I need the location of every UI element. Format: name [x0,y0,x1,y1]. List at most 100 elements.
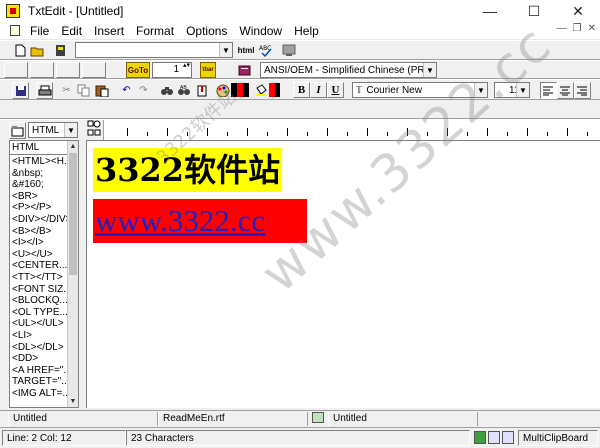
green-document-icon[interactable] [474,431,486,444]
blue-document-icon[interactable] [502,431,514,444]
chevron-down-icon[interactable]: ▼ [423,63,436,77]
fill-bucket-icon[interactable] [252,82,269,99]
list-item[interactable]: <U></U> [12,249,68,261]
cut-icon[interactable]: ✂ [58,82,75,99]
blank-button[interactable] [82,62,106,78]
line-number-spinner[interactable]: 1 [152,62,192,78]
list-item[interactable]: <B></B> [12,226,68,238]
menu-options[interactable]: Options [180,24,233,38]
scroll-down-icon[interactable]: ▼ [68,396,78,407]
tab-readme[interactable]: ReadMeEn.rtf [158,412,308,426]
close-button[interactable]: ✕ [556,0,600,22]
chevron-down-icon[interactable]: ▼ [64,123,77,137]
minimize-button[interactable]: — [468,0,512,22]
ruler-tick [427,132,428,136]
print-setup-icon[interactable] [52,42,69,59]
html-button[interactable]: html [237,42,255,59]
font-name-dropdown[interactable]: 𝕋 Courier New ▼ [352,82,488,98]
new-file-icon[interactable] [12,42,29,59]
font-size-dropdown[interactable]: 11 ▼ [494,82,530,98]
black-swatch[interactable] [243,83,249,97]
ruler-tick [127,128,128,136]
print-icon[interactable] [36,82,53,99]
list-item[interactable]: <LI> [12,330,68,342]
bold-button[interactable]: B [293,82,310,98]
open-folder-icon[interactable] [29,42,46,59]
list-item[interactable]: <BR> [12,191,68,203]
list-item[interactable]: <BLOCKQ... [12,295,68,307]
ruler-tick [567,128,568,136]
list-item[interactable]: TARGET="... [12,376,68,388]
list-item[interactable]: <TT></TT> [12,272,68,284]
toolbar-label-button[interactable]: tbar [200,62,216,78]
tab-untitled[interactable]: Untitled [8,412,158,426]
menu-file[interactable]: File [24,24,55,38]
italic-button[interactable]: I [310,82,327,98]
align-center-icon[interactable] [557,82,574,99]
ruler-corner[interactable] [86,120,104,140]
panel-scrollbar[interactable]: ▲ ▼ [67,141,78,407]
chevron-down-icon[interactable]: ▼ [219,43,232,57]
document-line-1[interactable]: 3322软件站 [93,148,283,192]
blue-document-icon[interactable] [488,431,500,444]
bookmark-icon[interactable] [193,82,210,99]
list-item[interactable]: <P></P> [12,202,68,214]
list-item[interactable]: <CENTER... [12,260,68,272]
list-item[interactable]: <IMG ALT=... [12,388,68,400]
mdi-minimize-button[interactable]: — [557,23,567,34]
redo-icon[interactable]: ↷ [135,82,152,99]
copy-icon[interactable] [75,82,92,99]
chevron-down-icon[interactable]: ▼ [516,83,529,97]
find-icon[interactable] [158,82,175,99]
scroll-up-icon[interactable]: ▲ [68,141,78,152]
list-item[interactable]: &nbsp; [12,168,68,180]
charset-dropdown[interactable]: ANSI/OEM - Simplified Chinese (PRC, Sing… [260,62,437,78]
menu-window[interactable]: Window [233,24,288,38]
align-right-icon[interactable] [574,82,591,99]
find-replace-icon[interactable]: AB [175,82,192,99]
list-item[interactable]: &#160; [12,179,68,191]
book-icon[interactable] [236,62,253,79]
maximize-button[interactable]: ☐ [512,0,556,22]
monitor-icon[interactable] [280,42,297,59]
list-item[interactable]: <OL TYPE... [12,307,68,319]
scroll-thumb[interactable] [69,153,77,275]
panel-mode-dropdown[interactable]: HTML ▼ [28,122,78,138]
list-item[interactable]: <DL></DL> [12,342,68,354]
underline-button[interactable]: U [327,82,344,98]
paste-icon[interactable] [93,82,110,99]
chevron-down-icon[interactable]: ▼ [474,83,487,97]
tag-list: <HTML><H... &nbsp; &#160; <BR> <P></P> <… [12,156,68,399]
document-line-2[interactable]: www.3322.cc [93,199,307,243]
blank-button[interactable] [30,62,54,78]
undo-icon[interactable]: ↶ [118,82,135,99]
list-item[interactable]: <UL></UL> [12,318,68,330]
panel-icon[interactable] [9,122,26,139]
menu-help[interactable]: Help [288,24,325,38]
mdi-close-button[interactable]: ✕ [588,23,596,34]
menu-format[interactable]: Format [130,24,180,38]
list-item[interactable]: <HTML><H... [12,156,68,168]
document-tab-icon [312,412,324,423]
list-item[interactable]: <FONT SIZ... [12,284,68,296]
document-icon[interactable] [10,25,20,36]
black-swatch[interactable] [275,83,280,97]
menu-edit[interactable]: Edit [55,24,88,38]
spellcheck-icon[interactable]: ABC [257,42,274,59]
save-icon[interactable] [12,82,29,99]
blank-button[interactable] [56,62,80,78]
tab-untitled-2[interactable]: Untitled [328,412,478,426]
color-palette-icon[interactable] [214,82,231,99]
list-item[interactable]: <DD> [12,353,68,365]
ruler[interactable] [86,120,600,140]
list-item[interactable]: <I></I> [12,237,68,249]
list-item[interactable]: <A HREF="... [12,365,68,377]
mdi-restore-button[interactable]: ❐ [573,23,582,34]
menu-insert[interactable]: Insert [88,24,130,38]
editor-area[interactable]: 3322软件站 www.3322.cc [86,140,600,408]
goto-button[interactable]: GoTo [126,62,150,78]
tag-combo[interactable]: ▼ [75,42,233,58]
list-item[interactable]: <DIV></DIV> [12,214,68,226]
align-left-icon[interactable] [540,82,557,99]
blank-button[interactable] [4,62,28,78]
